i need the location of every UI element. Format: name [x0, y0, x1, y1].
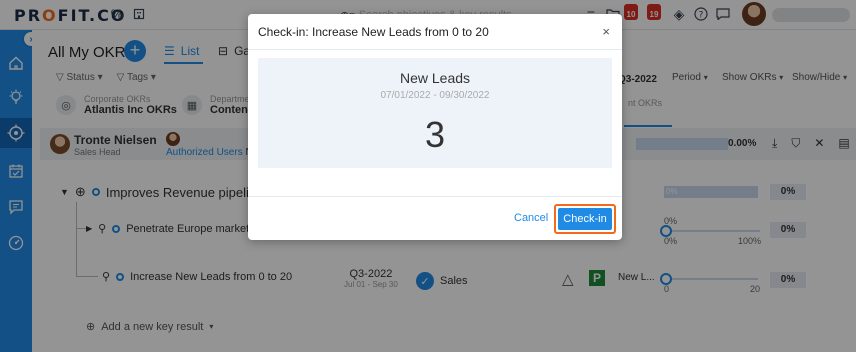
dialog-header: Check-in: Increase New Leads from 0 to 2… [248, 14, 622, 50]
metric-panel: New Leads 07/01/2022 - 09/30/2022 3 [258, 58, 612, 168]
close-icon[interactable]: × [602, 24, 610, 39]
metric-dates: 07/01/2022 - 09/30/2022 [380, 90, 490, 101]
dialog-footer: Cancel Check-in [248, 196, 622, 240]
checkin-button[interactable]: Check-in [558, 208, 612, 230]
metric-name: New Leads [399, 70, 471, 86]
check-in-dialog: Check-in: Increase New Leads from 0 to 2… [248, 14, 622, 240]
dialog-title: Check-in: Increase New Leads from 0 to 2… [258, 25, 489, 39]
metric-value-input[interactable]: 3 [258, 114, 612, 156]
checkin-button-highlight: Check-in [554, 204, 616, 234]
cancel-button[interactable]: Cancel [514, 212, 548, 224]
